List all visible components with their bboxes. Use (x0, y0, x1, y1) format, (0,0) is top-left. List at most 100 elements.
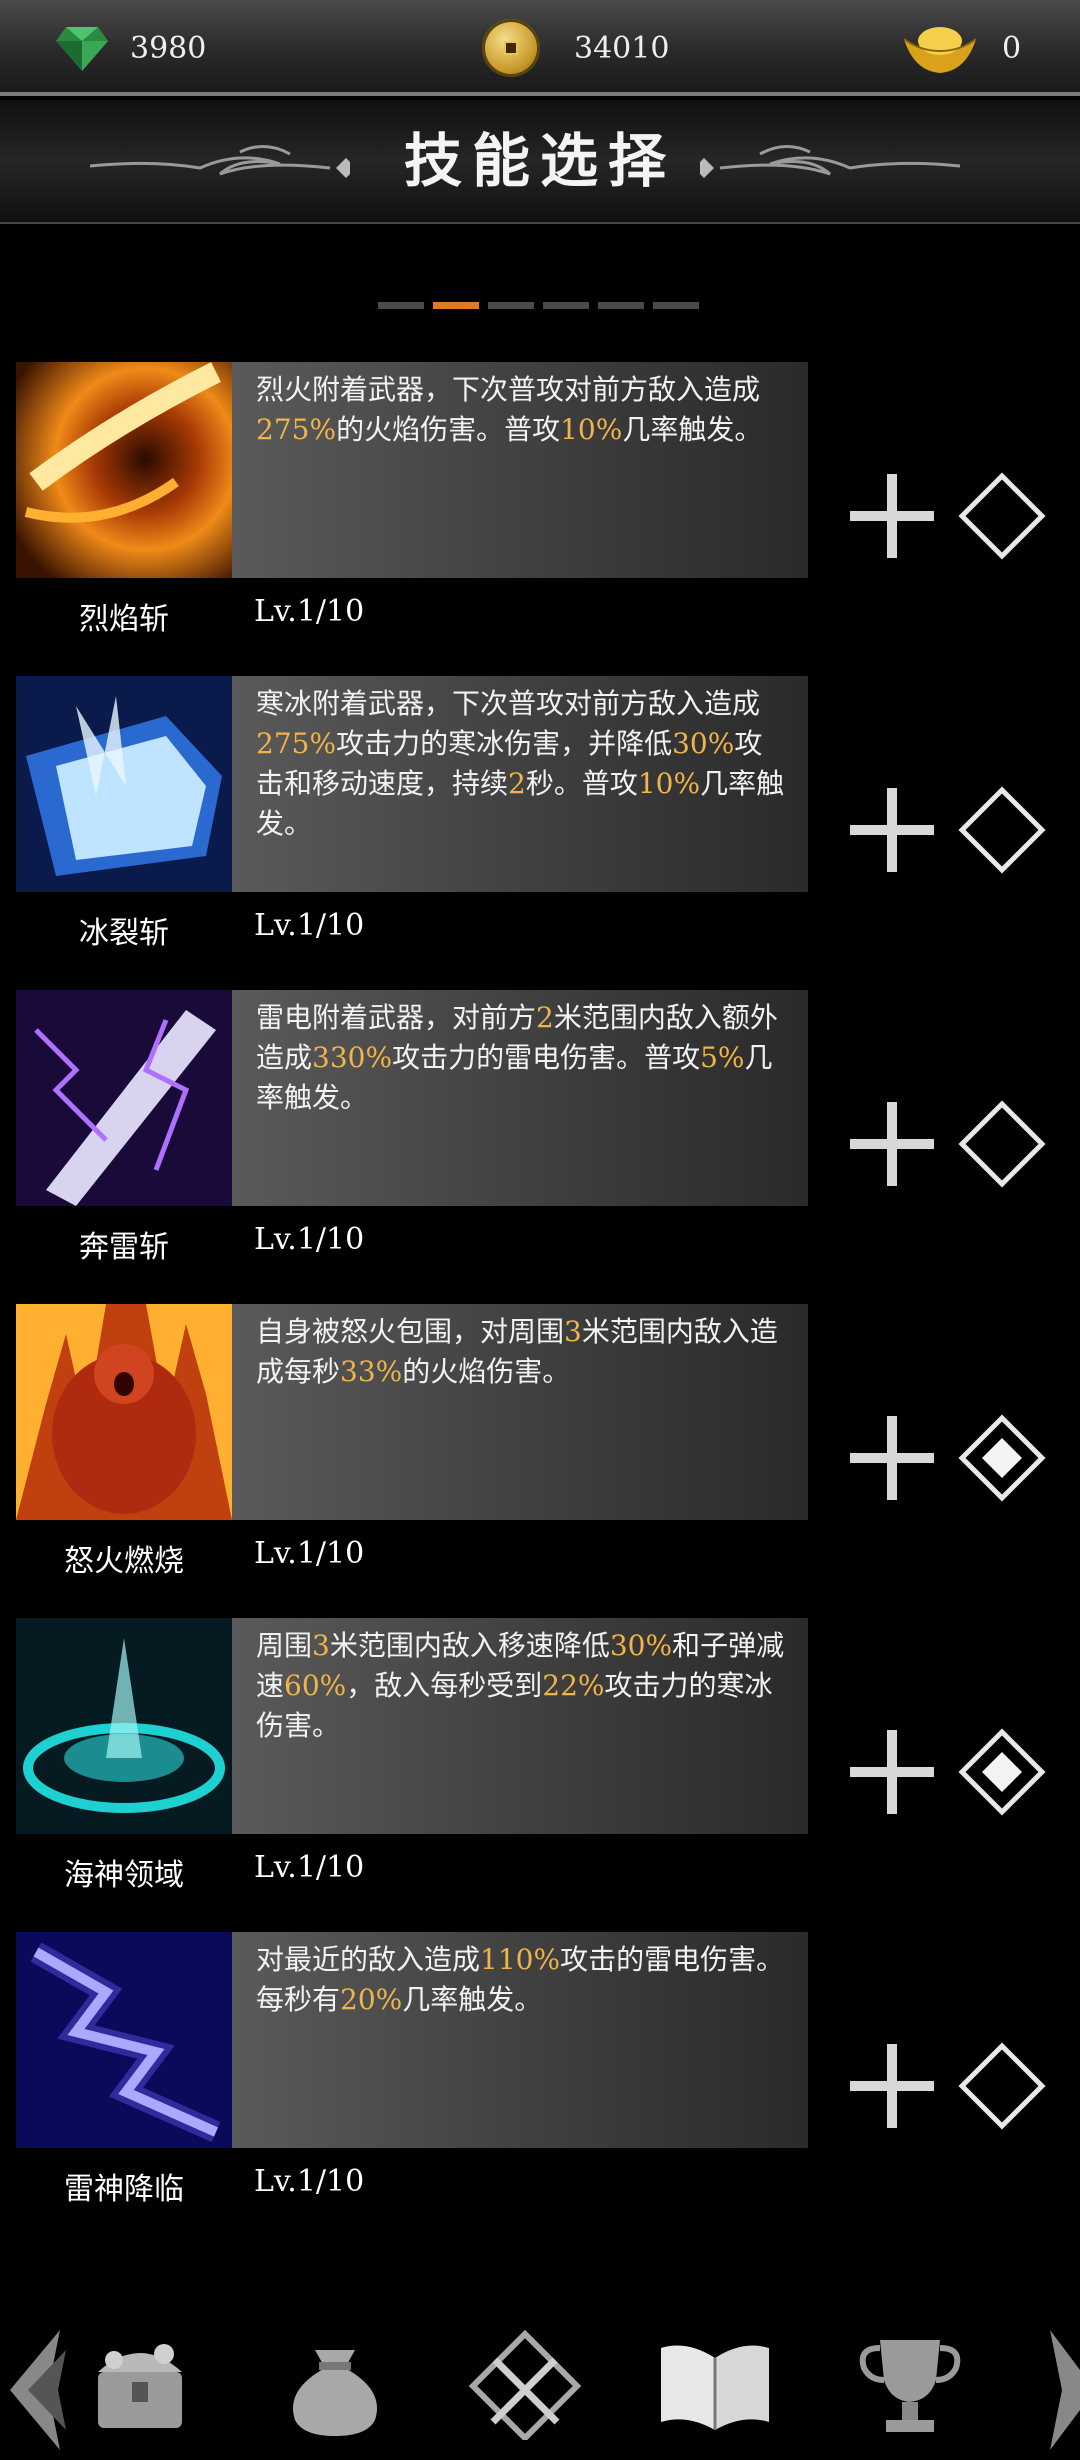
description-text: ，敌入每秒受到 (346, 1669, 543, 1702)
equip-diamond-icon[interactable] (958, 786, 1046, 874)
skill-level: Lv.1/10 (254, 2164, 365, 2199)
description-text: 雷电附着武器，对前方 (256, 1001, 537, 1034)
coin-icon (482, 19, 540, 77)
skill-level: Lv.1/10 (254, 1536, 365, 1571)
right-arrow-icon[interactable] (1046, 2330, 1080, 2450)
skill-name: 冰裂斩 (79, 916, 169, 951)
description-text: 烈火附着武器，下次普攻对前方敌入造成 (256, 373, 761, 406)
left-arrow-icon[interactable] (0, 2330, 70, 2450)
gem-count: 3980 (130, 30, 207, 66)
bottom-nav (0, 2300, 1080, 2460)
skill-description: 自身被怒火包围，对周围3米范围内敌入造成每秒33%的火焰伤害。 (232, 1304, 808, 1520)
coin-counter: 34010 (482, 18, 669, 78)
description-text: 攻击力的雷电伤害。普攻 (392, 1041, 701, 1074)
upgrade-plus-button[interactable] (850, 1102, 934, 1186)
skill-row: 对最近的敌入造成110%攻击的雷电伤害。每秒有20%几率触发。雷神降临 Lv.1/… (0, 1932, 1080, 2212)
page-dot (653, 302, 699, 309)
highlight-value: 10% (560, 413, 623, 446)
highlight-value: 30% (609, 1629, 673, 1662)
gold-ingot-icon (903, 27, 977, 73)
highlight-value: 3 (312, 1629, 330, 1662)
upgrade-plus-button[interactable] (850, 2044, 934, 2128)
description-text: 攻击力的寒冰伤害，并降低 (336, 727, 673, 760)
ingot-counter: 0 (900, 18, 1021, 78)
highlight-value: 330% (312, 1041, 393, 1074)
description-text: 的火焰伤害。普攻 (336, 413, 561, 446)
highlight-value: 275% (256, 413, 337, 446)
page-dot (378, 302, 424, 309)
skill-description: 对最近的敌入造成110%攻击的雷电伤害。每秒有20%几率触发。 (232, 1932, 808, 2148)
highlight-value: 20% (340, 1983, 403, 2016)
upgrade-plus-button[interactable] (850, 788, 934, 872)
highlight-value: 110% (480, 1943, 561, 1976)
page-indicator (378, 302, 699, 309)
highlight-value: 3 (564, 1315, 582, 1348)
skill-name: 怒火燃烧 (64, 1544, 184, 1579)
ice-slash-icon[interactable] (16, 676, 232, 892)
equip-diamond-icon[interactable] (958, 2042, 1046, 2130)
equip-diamond-icon[interactable] (958, 472, 1046, 560)
skill-description: 周围3米范围内敌入移速降低30%和子弹减速60%，敌入每秒受到22%攻击力的寒冰… (232, 1618, 808, 1834)
page-dot (488, 302, 534, 309)
description-text: 对最近的敌入造成 (256, 1943, 481, 1976)
description-text: 几率触发。 (402, 1983, 543, 2016)
page-dot (433, 302, 479, 309)
thunder-slash-icon[interactable] (16, 990, 232, 1206)
trophy-icon[interactable] (850, 2330, 970, 2440)
highlight-value: 60% (284, 1669, 347, 1702)
money-bag-icon[interactable] (275, 2330, 395, 2440)
skill-row: 烈火附着武器，下次普攻对前方敌入造成 275%的火焰伤害。普攻10%几率触发。烈焰… (0, 362, 1080, 642)
skill-level: Lv.1/10 (254, 908, 365, 943)
description-text: 几率触发。 (622, 413, 763, 446)
rage-fire-icon[interactable] (16, 1304, 232, 1520)
highlight-value: 30% (672, 727, 735, 760)
ingot-count: 0 (1002, 30, 1022, 66)
equipped-diamond-icon[interactable] (958, 1414, 1046, 1502)
page-dot (598, 302, 644, 309)
upgrade-plus-button[interactable] (850, 1416, 934, 1500)
skill-row: 自身被怒火包围，对周围3米范围内敌入造成每秒33%的火焰伤害。怒火燃烧 Lv.1/… (0, 1304, 1080, 1584)
highlight-value: 22% (542, 1669, 605, 1702)
skill-level: Lv.1/10 (254, 1222, 365, 1257)
coin-count: 34010 (574, 30, 670, 66)
flame-slash-icon[interactable] (16, 362, 232, 578)
equipped-diamond-icon[interactable] (958, 1728, 1046, 1816)
highlight-value: 2 (508, 767, 526, 800)
description-text: 自身被怒火包围，对周围 (256, 1315, 565, 1348)
upgrade-plus-button[interactable] (850, 1730, 934, 1814)
skill-name: 海神领域 (64, 1858, 184, 1893)
equip-diamond-icon[interactable] (958, 1100, 1046, 1188)
currency-bar: 3980 34010 0 (0, 0, 1080, 96)
upgrade-plus-button[interactable] (850, 474, 934, 558)
skill-row: 周围3米范围内敌入移速降低30%和子弹减速60%，敌入每秒受到22%攻击力的寒冰… (0, 1618, 1080, 1898)
skill-name: 烈焰斩 (79, 602, 169, 637)
thunder-god-icon[interactable] (16, 1932, 232, 2148)
gem-counter: 3980 (56, 18, 206, 78)
description-text: 的火焰伤害。 (402, 1355, 571, 1388)
highlight-value: 5% (700, 1041, 745, 1074)
highlight-value: 10% (637, 767, 701, 800)
treasure-chest-icon[interactable] (80, 2330, 200, 2440)
highlight-value: 33% (340, 1355, 403, 1388)
open-book-icon[interactable] (655, 2330, 775, 2440)
skill-name: 雷神降临 (64, 2172, 184, 2207)
description-text: 秒。普攻 (525, 767, 638, 800)
title-bar: 技能选择 (0, 100, 1080, 224)
gem-icon (56, 27, 108, 71)
page-dot (543, 302, 589, 309)
highlight-value: 275% (256, 727, 337, 760)
skill-level: Lv.1/10 (254, 1850, 365, 1885)
skill-row: 寒冰附着武器，下次普攻对前方敌入造成275%攻击力的寒冰伤害，并降低30%攻击和… (0, 676, 1080, 956)
skill-description: 雷电附着武器，对前方2米范围内敌入额外造成330%攻击力的雷电伤害。普攻5%几率… (232, 990, 808, 1206)
highlight-value: 2 (536, 1001, 554, 1034)
description-text: 周围 (256, 1629, 313, 1662)
description-text: 米范围内敌入移速降低 (329, 1629, 610, 1662)
sea-domain-icon[interactable] (16, 1618, 232, 1834)
skill-level: Lv.1/10 (254, 594, 365, 629)
right-ornament-icon (700, 145, 960, 178)
skill-description: 寒冰附着武器，下次普攻对前方敌入造成275%攻击力的寒冰伤害，并降低30%攻击和… (232, 676, 808, 892)
skill-name: 奔雷斩 (79, 1230, 169, 1265)
skill-row: 雷电附着武器，对前方2米范围内敌入额外造成330%攻击力的雷电伤害。普攻5%几率… (0, 990, 1080, 1270)
skill-description: 烈火附着武器，下次普攻对前方敌入造成 275%的火焰伤害。普攻10%几率触发。 (232, 362, 808, 578)
crossed-swords-icon[interactable] (465, 2330, 585, 2440)
